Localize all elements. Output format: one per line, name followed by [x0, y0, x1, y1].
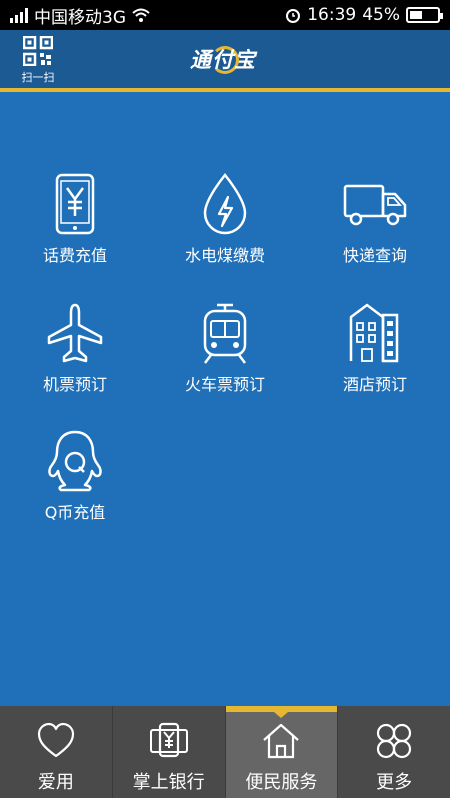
- service-label: 机票预订: [42, 375, 107, 394]
- battery-percent: 45%: [362, 5, 400, 25]
- service-delivery-query[interactable]: 快递查询: [300, 172, 450, 282]
- service-label: 火车票预订: [184, 375, 265, 394]
- service-train-booking[interactable]: 火车票预订: [150, 301, 300, 411]
- airplane-icon: [47, 303, 103, 363]
- service-q-coin-recharge[interactable]: Q币充值: [0, 429, 150, 539]
- delivery-truck-icon: [343, 184, 407, 226]
- service-label: 水电煤缴费: [184, 246, 265, 265]
- nav-more[interactable]: 更多: [338, 706, 450, 798]
- nav-label: 更多: [376, 772, 413, 793]
- phone-recharge-icon: [55, 173, 95, 235]
- nav-label: 掌上银行: [132, 772, 205, 793]
- service-label: 快递查询: [342, 246, 407, 265]
- service-label: 酒店预订: [342, 375, 407, 394]
- nav-convenience-services[interactable]: 便民服务: [225, 706, 338, 798]
- utility-payment-icon: [203, 173, 247, 235]
- status-bar: 中国移动3G 16:39 45%: [0, 0, 450, 30]
- nav-label: 便民服务: [245, 772, 318, 793]
- nav-mobile-bank[interactable]: 掌上银行: [113, 706, 225, 798]
- service-label: Q币充值: [44, 503, 106, 522]
- app-logo: 通付宝: [190, 47, 256, 72]
- signal-icon: [10, 7, 28, 23]
- time-text: 16:39: [307, 5, 357, 25]
- service-utility-payment[interactable]: 水电煤缴费: [150, 172, 300, 282]
- carrier-text: 中国移动3G: [34, 7, 126, 28]
- nav-label: 爱用: [37, 772, 74, 793]
- bottom-nav: 爱用 掌上银行 便民服务 更多: [0, 706, 450, 798]
- app-header: 扫一扫 通付宝: [0, 30, 450, 92]
- qq-coin-icon: [48, 430, 102, 492]
- alarm-icon: [286, 9, 301, 23]
- mobile-bank-icon: [149, 722, 188, 758]
- scan-button[interactable]: 扫一扫: [14, 36, 62, 86]
- heart-icon: [37, 722, 74, 758]
- home-icon: [263, 723, 300, 759]
- services-grid: 话费充值 水电煤缴费 快递查询 机票预订 火车票预订 酒店预订 Q币充值: [0, 96, 450, 706]
- hotel-icon: [349, 303, 399, 363]
- wifi-icon: [132, 8, 150, 22]
- more-icon: [377, 723, 412, 759]
- service-label: 话费充值: [42, 246, 107, 265]
- train-icon: [203, 303, 247, 364]
- service-hotel-booking[interactable]: 酒店预订: [300, 301, 450, 411]
- service-phone-recharge[interactable]: 话费充值: [0, 172, 150, 282]
- qr-code-icon: [23, 36, 53, 66]
- service-flight-booking[interactable]: 机票预订: [0, 301, 150, 411]
- scan-label: 扫一扫: [21, 71, 55, 84]
- battery-icon: [406, 7, 443, 23]
- nav-favorites[interactable]: 爱用: [0, 706, 112, 798]
